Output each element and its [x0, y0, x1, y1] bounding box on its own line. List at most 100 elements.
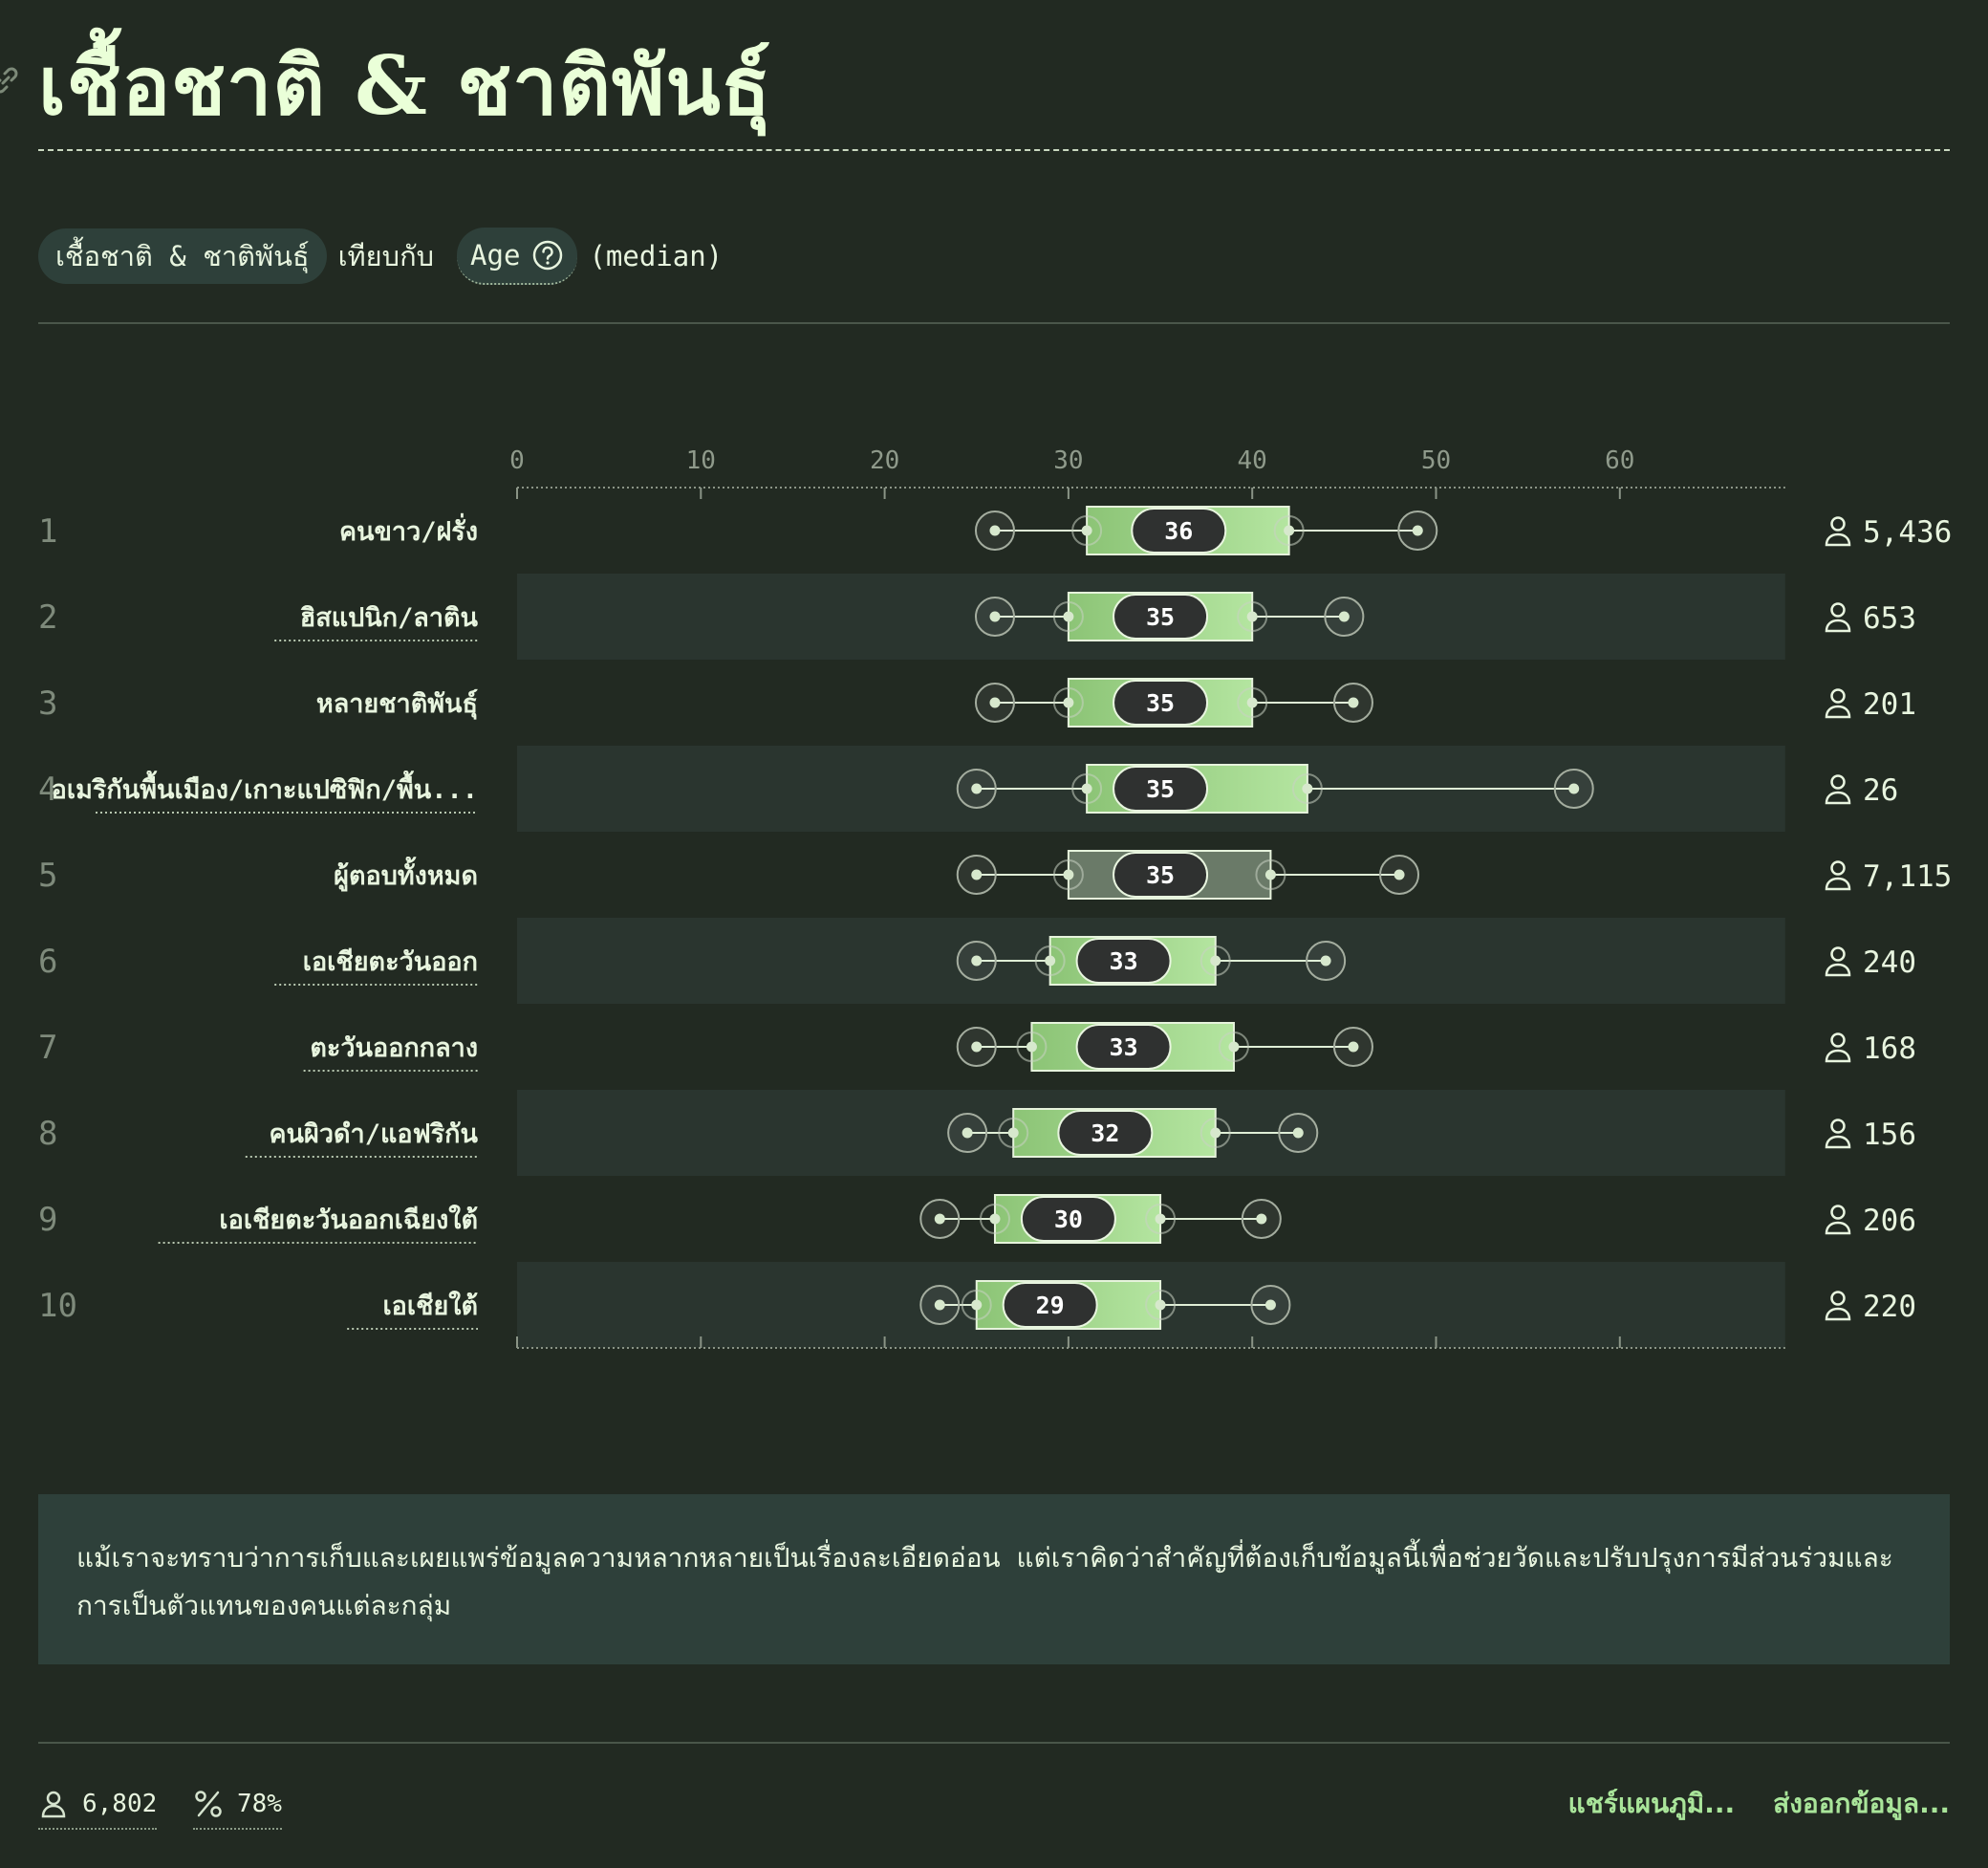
marker-max-dot	[1568, 783, 1580, 794]
info-note: แม้เราจะทราบว่าการเก็บและเผยแพร่ข้อมูลคว…	[38, 1494, 1950, 1664]
person-icon-body	[1825, 1221, 1851, 1235]
marker-min-dot	[971, 783, 983, 794]
marker-q3-dot	[1302, 783, 1313, 794]
marker-q3-dot	[1228, 1041, 1240, 1053]
median-value: 33	[1110, 1033, 1138, 1061]
row-rank: 6	[38, 943, 57, 981]
row-count: 201	[1863, 687, 1916, 722]
row-count: 26	[1863, 773, 1898, 808]
metric-pill[interactable]: Age	[457, 228, 578, 285]
marker-q3-dot	[1246, 697, 1258, 708]
median-value: 30	[1054, 1206, 1083, 1233]
row-rank: 10	[38, 1287, 77, 1325]
row-count: 220	[1863, 1290, 1916, 1324]
marker-q1-dot	[1063, 611, 1074, 622]
title-divider	[38, 149, 1950, 151]
marker-q1-dot	[1063, 869, 1074, 880]
marker-max-dot	[1348, 697, 1359, 708]
row-label[interactable]: เอเชียตะวันออก	[303, 947, 478, 977]
marker-max-dot	[1256, 1213, 1267, 1225]
marker-min-dot	[934, 1299, 945, 1311]
versus-label: เทียบกับ	[337, 240, 435, 272]
marker-q1-dot	[989, 1213, 1001, 1225]
row-count: 156	[1863, 1118, 1916, 1152]
row-count: 168	[1863, 1032, 1916, 1066]
row-rank: 3	[38, 684, 57, 723]
row-label[interactable]: เอเชียใต้	[382, 1291, 478, 1321]
marker-max-dot	[1292, 1127, 1304, 1139]
median-value: 35	[1146, 861, 1175, 889]
marker-min-dot	[989, 611, 1001, 622]
help-circle-icon[interactable]	[531, 239, 564, 272]
link-icon[interactable]	[0, 61, 25, 99]
person-icon-body	[1825, 791, 1851, 805]
category-pill[interactable]: เชื้อชาติ & ชาติพันธุ์	[38, 228, 327, 284]
response-rate[interactable]: 78%	[193, 1780, 282, 1830]
marker-q3-dot	[1210, 1127, 1221, 1139]
row-label[interactable]: ตะวันออกกลาง	[310, 1033, 478, 1063]
marker-q3-dot	[1155, 1213, 1166, 1225]
row-rank: 1	[38, 512, 57, 551]
top-axis-tick-label: 40	[1238, 446, 1267, 475]
marker-max-dot	[1264, 1299, 1276, 1311]
person-icon	[1830, 688, 1846, 704]
person-icon	[1830, 946, 1846, 962]
person-icon-body	[1825, 619, 1851, 633]
median-value: 32	[1091, 1119, 1119, 1147]
person-icon-body	[1825, 532, 1851, 547]
export-data-link[interactable]: ส่งออกข้อมูล...	[1773, 1783, 1950, 1825]
median-value: 35	[1146, 689, 1175, 717]
respondent-count[interactable]: 6,802	[38, 1780, 158, 1830]
marker-max-dot	[1338, 611, 1350, 622]
person-icon	[1830, 1291, 1846, 1306]
marker-max-dot	[1412, 525, 1423, 536]
row-label[interactable]: คนผิวดำ/แอฟริกัน	[270, 1119, 479, 1149]
footer-divider	[38, 1742, 1950, 1744]
marker-q1-dot	[1063, 697, 1074, 708]
chart-subtitle: เชื้อชาติ & ชาติพันธุ์ เทียบกับ Age (med…	[38, 228, 734, 285]
marker-max-dot	[1320, 955, 1331, 967]
marker-max-dot	[1348, 1041, 1359, 1053]
person-icon	[41, 1791, 66, 1818]
marker-min-dot	[962, 1127, 973, 1139]
person-icon	[1830, 1205, 1846, 1220]
row-count: 7,115	[1863, 859, 1952, 894]
person-icon	[1830, 860, 1846, 876]
row-rank: 7	[38, 1029, 57, 1067]
top-axis-tick-label: 60	[1605, 446, 1634, 475]
median-value: 29	[1036, 1292, 1065, 1319]
marker-q3-dot	[1246, 611, 1258, 622]
row-label[interactable]: ผู้ตอบทั้งหมด	[334, 856, 478, 892]
marker-q1-dot	[1045, 955, 1056, 967]
row-label[interactable]: ฮิสแปนิก/ลาติน	[300, 603, 479, 633]
footer-actions: แชร์แผนภูมิ... ส่งออกข้อมูล...	[1530, 1780, 1950, 1828]
marker-q1-dot	[1081, 783, 1092, 794]
person-icon	[1830, 1032, 1846, 1048]
percent-icon	[195, 1791, 222, 1817]
marker-q3-dot	[1264, 869, 1276, 880]
person-icon	[1830, 516, 1846, 532]
top-axis-tick-label: 20	[870, 446, 899, 475]
row-count: 206	[1863, 1204, 1916, 1238]
top-axis-tick-label: 50	[1421, 446, 1451, 475]
row-label[interactable]: หลายชาติพันธุ์	[316, 688, 478, 720]
top-axis-tick-label: 30	[1053, 446, 1083, 475]
row-label[interactable]: เอเชียตะวันออกเฉียงใต้	[219, 1205, 478, 1235]
marker-min-dot	[971, 869, 983, 880]
median-value: 36	[1164, 517, 1193, 545]
marker-min-dot	[971, 955, 983, 967]
marker-min-dot	[971, 1041, 983, 1053]
response-rate-value: 78%	[237, 1790, 282, 1818]
row-label[interactable]: อเมริกันพื้นเมือง/เกาะแปซิฟิก/พื้น...	[52, 770, 478, 805]
respondent-count-value: 6,802	[82, 1790, 158, 1818]
top-axis-tick-label: 0	[509, 446, 525, 475]
share-chart-link[interactable]: แชร์แผนภูมิ...	[1568, 1783, 1736, 1825]
row-rank: 2	[38, 598, 57, 637]
row-count: 5,436	[1863, 515, 1952, 550]
marker-q3-dot	[1284, 525, 1295, 536]
marker-min-dot	[989, 525, 1001, 536]
top-axis-tick-label: 10	[686, 446, 716, 475]
marker-q3-dot	[1155, 1299, 1166, 1311]
marker-q1-dot	[1026, 1041, 1037, 1053]
row-label[interactable]: คนขาว/ฝรั่ง	[339, 512, 478, 547]
